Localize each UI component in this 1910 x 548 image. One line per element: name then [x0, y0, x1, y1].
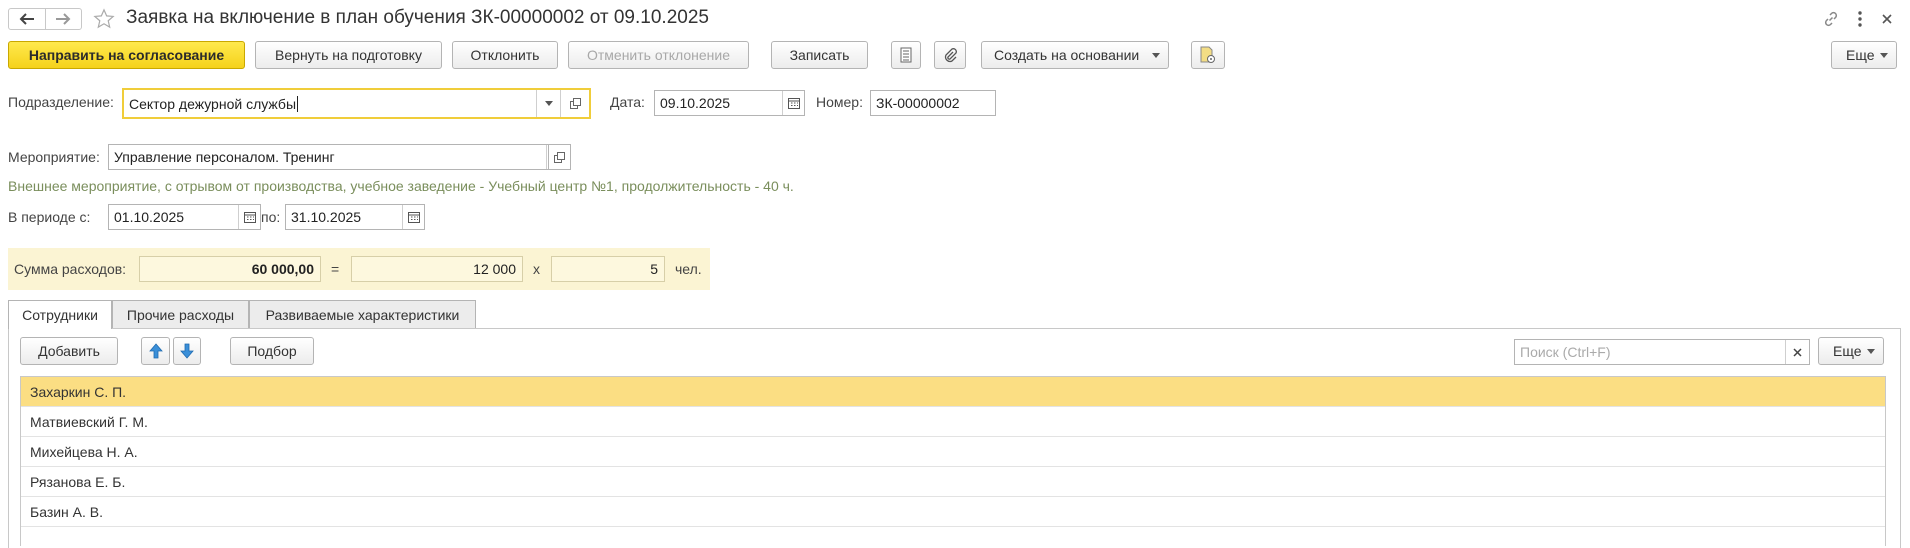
number-label: Номер: — [816, 94, 863, 110]
page-title: Заявка на включение в план обучения ЗК-0… — [126, 7, 709, 28]
period-from-label: В периоде с: — [8, 209, 91, 225]
table-row[interactable]: Михейцева Н. А. — [21, 437, 1885, 467]
date-calendar-button[interactable] — [782, 91, 804, 115]
tab-developed-characteristics[interactable]: Развиваемые характеристики — [249, 300, 476, 328]
create-based-on-label: Создать на основании — [994, 47, 1140, 63]
tab-other-expenses[interactable]: Прочие расходы — [112, 300, 249, 328]
open-form-icon — [569, 98, 581, 109]
people-count-value: 5 — [650, 261, 658, 277]
chevron-down-icon — [1152, 52, 1160, 58]
open-form-icon — [554, 151, 565, 163]
cost-total-value: 60 000,00 — [251, 261, 314, 277]
document-list-icon — [900, 47, 912, 63]
period-to-value: 31.10.2025 — [291, 209, 362, 225]
paperclip-icon — [944, 48, 957, 63]
pick-button[interactable]: Подбор — [230, 337, 314, 365]
table-row[interactable]: Базин А. В. — [21, 497, 1885, 527]
table-more-label: Еще — [1833, 343, 1862, 359]
document-settings-icon — [1200, 46, 1215, 63]
more-button[interactable]: Еще — [1831, 41, 1897, 69]
cost-per-person-field: 12 000 — [351, 256, 523, 282]
save-button[interactable]: Записать — [771, 41, 868, 69]
calendar-icon — [407, 212, 420, 223]
calendar-icon — [243, 212, 256, 223]
event-open-button[interactable] — [548, 144, 571, 170]
people-unit: чел. — [675, 261, 702, 277]
period-from-field[interactable]: 01.10.2025 — [108, 204, 261, 230]
search-placeholder: Поиск (Ctrl+F) — [1520, 344, 1611, 360]
multiply-sign: x — [533, 261, 540, 277]
division-open-button[interactable] — [560, 90, 589, 117]
arrow-left-icon — [19, 13, 34, 25]
send-for-approval-button[interactable]: Направить на согласование — [8, 41, 245, 69]
chevron-down-icon — [1880, 52, 1888, 58]
employee-name: Михейцева Н. А. — [30, 443, 138, 460]
cost-per-person-value: 12 000 — [473, 261, 516, 277]
employee-name: Захаркин С. П. — [30, 383, 127, 400]
move-down-button[interactable] — [173, 337, 201, 365]
event-value: Управление персоналом. Тренинг — [114, 149, 335, 165]
date-label: Дата: — [610, 94, 645, 110]
nav-buttons — [8, 8, 82, 30]
table-more-button[interactable]: Еще — [1818, 337, 1884, 365]
table-row[interactable]: Рязанова Е. Б. — [21, 467, 1885, 497]
chevron-down-icon — [1867, 348, 1875, 354]
event-description: Внешнее мероприятие, с отрывом от произв… — [8, 178, 794, 194]
division-label: Подразделение: — [8, 94, 114, 110]
report-button[interactable] — [891, 41, 921, 69]
event-field[interactable]: Управление персоналом. Тренинг — [108, 144, 571, 170]
date-field[interactable]: 09.10.2025 — [654, 90, 805, 116]
arrow-right-icon — [56, 13, 71, 25]
event-label: Мероприятие: — [8, 149, 100, 165]
add-button[interactable]: Добавить — [20, 337, 118, 365]
cost-label: Сумма расходов: — [14, 261, 127, 277]
more-vertical-icon[interactable] — [1853, 10, 1867, 28]
cost-total-field: 60 000,00 — [139, 256, 321, 282]
reject-button[interactable]: Отклонить — [452, 41, 558, 69]
period-to-field[interactable]: 31.10.2025 — [285, 204, 425, 230]
tab-employees[interactable]: Сотрудники — [8, 300, 112, 329]
close-icon[interactable] — [1880, 12, 1894, 26]
period-from-value: 01.10.2025 — [114, 209, 185, 225]
table-row[interactable]: Матвиевский Г. М. — [21, 407, 1885, 437]
search-clear-button[interactable] — [1785, 340, 1809, 364]
number-field[interactable]: ЗК-00000002 — [870, 90, 996, 116]
close-icon — [1793, 347, 1802, 357]
division-value: Сектор дежурной службы — [129, 95, 297, 112]
employee-name: Рязанова Е. Б. — [30, 473, 126, 490]
people-count-field: 5 — [551, 256, 665, 282]
attachments-button[interactable] — [934, 41, 966, 69]
cancel-rejection-button[interactable]: Отменить отклонение — [568, 41, 749, 69]
back-button[interactable] — [9, 9, 46, 29]
employee-name: Матвиевский Г. М. — [30, 413, 148, 430]
move-up-button[interactable] — [141, 337, 170, 365]
chevron-down-icon — [544, 101, 553, 106]
date-value: 09.10.2025 — [660, 95, 731, 111]
division-field[interactable]: Сектор дежурной службы — [122, 88, 591, 119]
star-icon[interactable] — [93, 8, 115, 30]
link-icon[interactable] — [1822, 10, 1840, 28]
equals-sign: = — [331, 261, 340, 277]
period-to-calendar-button[interactable] — [402, 205, 424, 229]
return-to-preparation-button[interactable]: Вернуть на подготовку — [255, 41, 442, 69]
more-label: Еще — [1846, 47, 1875, 63]
print-settings-button[interactable] — [1191, 41, 1225, 69]
arrow-up-icon — [148, 343, 163, 359]
create-based-on-button[interactable]: Создать на основании — [981, 41, 1169, 69]
forward-button[interactable] — [46, 9, 82, 29]
number-value: ЗК-00000002 — [876, 95, 960, 111]
table-row[interactable]: Захаркин С. П. — [21, 377, 1885, 407]
period-from-calendar-button[interactable] — [238, 205, 260, 229]
division-dropdown-button[interactable] — [536, 90, 560, 117]
arrow-down-icon — [180, 343, 194, 359]
calendar-icon — [787, 98, 800, 109]
search-input[interactable]: Поиск (Ctrl+F) — [1514, 339, 1810, 365]
employee-name: Базин А. В. — [30, 503, 104, 520]
period-to-label: по: — [261, 209, 281, 225]
